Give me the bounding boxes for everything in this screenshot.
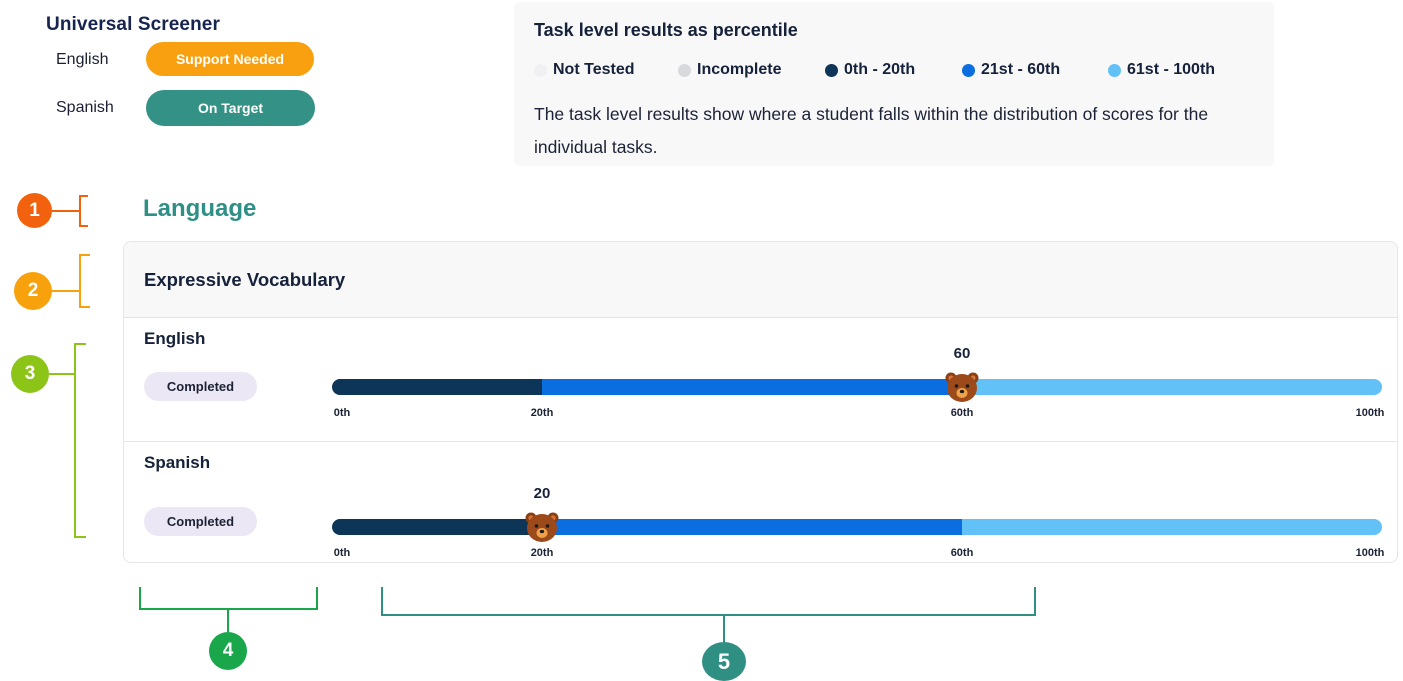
task-row-english: English Completed 0th 20th 60th 100th 60 — [124, 319, 1397, 442]
percentile-track — [332, 379, 1382, 395]
score-label: 20 — [533, 485, 551, 502]
percentile-segment — [542, 519, 962, 535]
screener-title: Universal Screener — [46, 14, 220, 35]
callout-marker-4: 4 — [209, 632, 247, 670]
percentile-segment — [332, 519, 542, 535]
task-card: Expressive Vocabulary English Completed … — [123, 241, 1398, 563]
legend-dot-icon — [534, 63, 547, 77]
legend-label: 0th - 20th — [844, 61, 916, 78]
tick-label: 20th — [530, 547, 554, 559]
legend-label: Not Tested — [553, 61, 635, 78]
bracket-3 — [49, 343, 86, 538]
percentile-segment — [542, 379, 962, 395]
legend-panel: Task level results as percentile Not Tes… — [514, 2, 1274, 166]
percentile-segment — [332, 379, 542, 395]
legend-item-21-60: 21st - 60th — [962, 61, 1060, 79]
legend-title: Task level results as percentile — [534, 20, 798, 40]
callout-marker-5: 5 — [702, 642, 746, 681]
bear-marker-icon — [945, 371, 979, 403]
bracket-4 — [139, 587, 318, 632]
callout-marker-3: 3 — [11, 355, 49, 393]
bracket-2 — [52, 254, 90, 308]
callout-marker-1: 1 — [17, 193, 52, 228]
legend-items: Not Tested Incomplete 0th - 20th 21st - … — [534, 61, 1274, 83]
task-row-language: English — [144, 329, 206, 348]
percentile-segment — [962, 519, 1382, 535]
percentile-segment — [962, 379, 1382, 395]
legend-item-0-20: 0th - 20th — [825, 61, 915, 79]
percentile-bar: 0th 20th 60th 100th 60 — [332, 343, 1385, 433]
screener-language: English — [56, 51, 109, 68]
legend-item-incomplete: Incomplete — [678, 61, 781, 79]
tick-label: 60th — [950, 407, 974, 419]
task-card-header: Expressive Vocabulary — [124, 242, 1397, 318]
completed-badge: Completed — [144, 507, 257, 536]
task-title: Expressive Vocabulary — [144, 269, 346, 290]
status-badge-support-needed[interactable]: Support Needed — [146, 42, 314, 76]
task-row-language: Spanish — [144, 453, 211, 472]
screener-row-english: English Support Needed — [56, 42, 336, 78]
legend-dot-icon — [825, 63, 838, 77]
legend-dot-icon — [962, 63, 975, 77]
bear-marker-icon — [525, 511, 559, 543]
tick-label: 20th — [530, 407, 554, 419]
screener-language: Spanish — [56, 99, 114, 116]
percentile-track — [332, 519, 1382, 535]
tick-label: 100th — [1355, 407, 1385, 419]
legend-dot-icon — [678, 63, 691, 77]
tick-label: 60th — [950, 547, 974, 559]
legend-item-not-tested: Not Tested — [534, 61, 634, 79]
legend-label: 61st - 100th — [1127, 61, 1216, 78]
status-badge-on-target[interactable]: On Target — [146, 90, 315, 126]
callout-marker-2: 2 — [14, 272, 52, 310]
tick-label: 100th — [1355, 547, 1385, 559]
tick-label: 0th — [333, 407, 351, 419]
legend-label: 21st - 60th — [981, 61, 1061, 78]
legend-item-61-100: 61st - 100th — [1108, 61, 1215, 79]
tick-label: 0th — [333, 547, 351, 559]
bracket-1 — [52, 195, 88, 227]
legend-dot-icon — [1108, 63, 1121, 77]
screener-row-spanish: Spanish On Target — [56, 90, 336, 126]
legend-label: Incomplete — [697, 61, 782, 78]
percentile-bar: 0th 20th 60th 100th 20 — [332, 483, 1385, 562]
score-label: 60 — [953, 345, 971, 362]
universal-screener: Universal Screener English Support Neede… — [46, 14, 346, 126]
section-title-language: Language — [143, 195, 257, 222]
task-row-spanish: Spanish Completed 0th 20th 60th 100th 20 — [124, 443, 1397, 562]
bracket-5 — [381, 587, 1036, 642]
completed-badge: Completed — [144, 372, 257, 401]
legend-description: The task level results show where a stud… — [534, 104, 1209, 157]
